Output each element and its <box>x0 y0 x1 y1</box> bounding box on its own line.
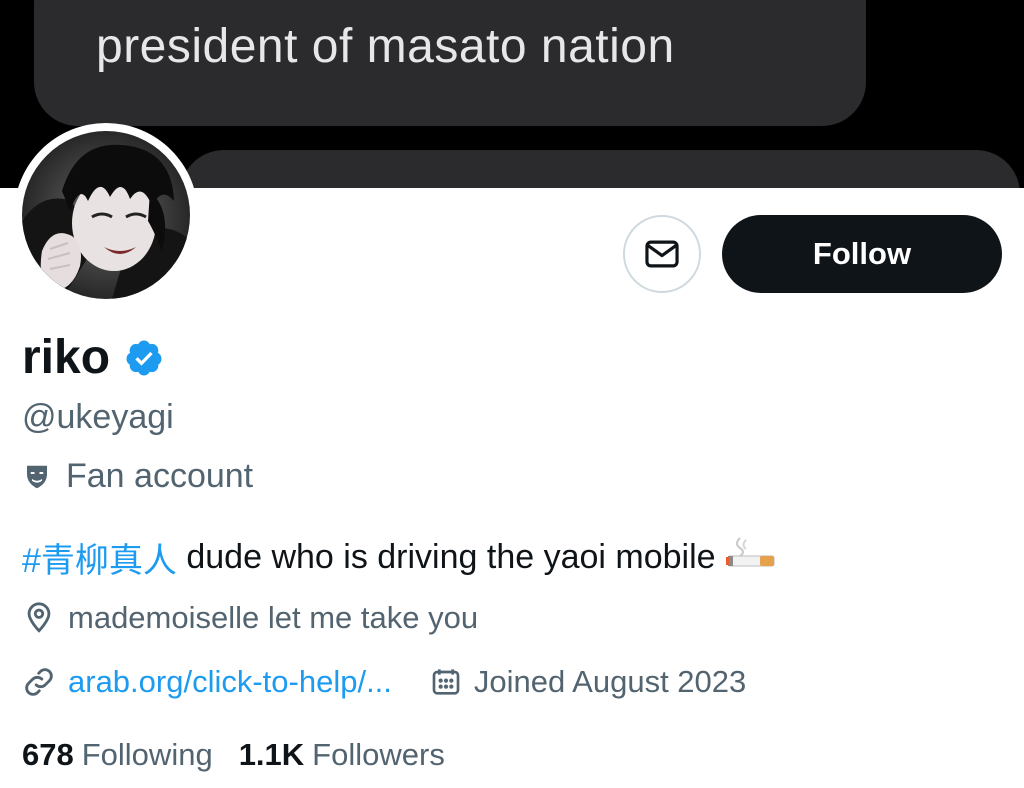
name-row: riko <box>22 330 164 385</box>
profile-handle: @ukeyagi <box>22 398 174 436</box>
profile-website-link[interactable]: arab.org/click-to-help/... <box>68 664 392 700</box>
joined-date: Joined August 2023 <box>430 664 746 700</box>
following-label: Following <box>81 737 213 772</box>
joined-text: Joined August 2023 <box>473 664 747 699</box>
followers-label: Followers <box>312 737 445 772</box>
calendar-icon <box>432 669 460 695</box>
follow-button[interactable]: Follow <box>722 215 1002 293</box>
banner-message-bubble-second <box>180 150 1020 188</box>
avatar[interactable] <box>14 123 198 307</box>
verified-badge-icon[interactable] <box>124 338 164 378</box>
theater-mask-icon <box>27 465 47 488</box>
location-pin-icon <box>27 602 51 633</box>
category-row: Fan account <box>22 457 253 496</box>
cigarette-emoji-icon <box>725 536 776 579</box>
location-text: mademoiselle let me take you <box>68 600 479 635</box>
bio-text: dude who is driving the yaoi mobile <box>176 538 716 576</box>
envelope-icon <box>645 240 679 268</box>
following-stat-link[interactable]: 678 Following <box>22 737 213 773</box>
bio-hashtag-link[interactable]: #青柳真人 <box>22 533 177 582</box>
location-row: mademoiselle let me take you <box>22 600 478 636</box>
banner-message-bubble: president of masato nation <box>34 0 866 126</box>
avatar-image <box>22 131 190 299</box>
message-button[interactable] <box>623 215 701 293</box>
followers-count: 1.1K <box>238 737 305 772</box>
following-count: 678 <box>22 737 74 772</box>
profile-bio: #青柳真人 dude who is driving the yaoi mobil… <box>22 533 776 582</box>
followers-stat-link[interactable]: 1.1K Followers <box>239 737 445 773</box>
link-joined-row: arab.org/click-to-help/... Joined August… <box>22 664 746 700</box>
display-name: riko <box>22 331 111 384</box>
link-icon <box>25 668 53 696</box>
category-label: Fan account <box>66 457 254 495</box>
banner-message-text: president of masato nation <box>96 20 675 73</box>
follow-stats: 678 Following 1.1K Followers <box>22 737 445 773</box>
